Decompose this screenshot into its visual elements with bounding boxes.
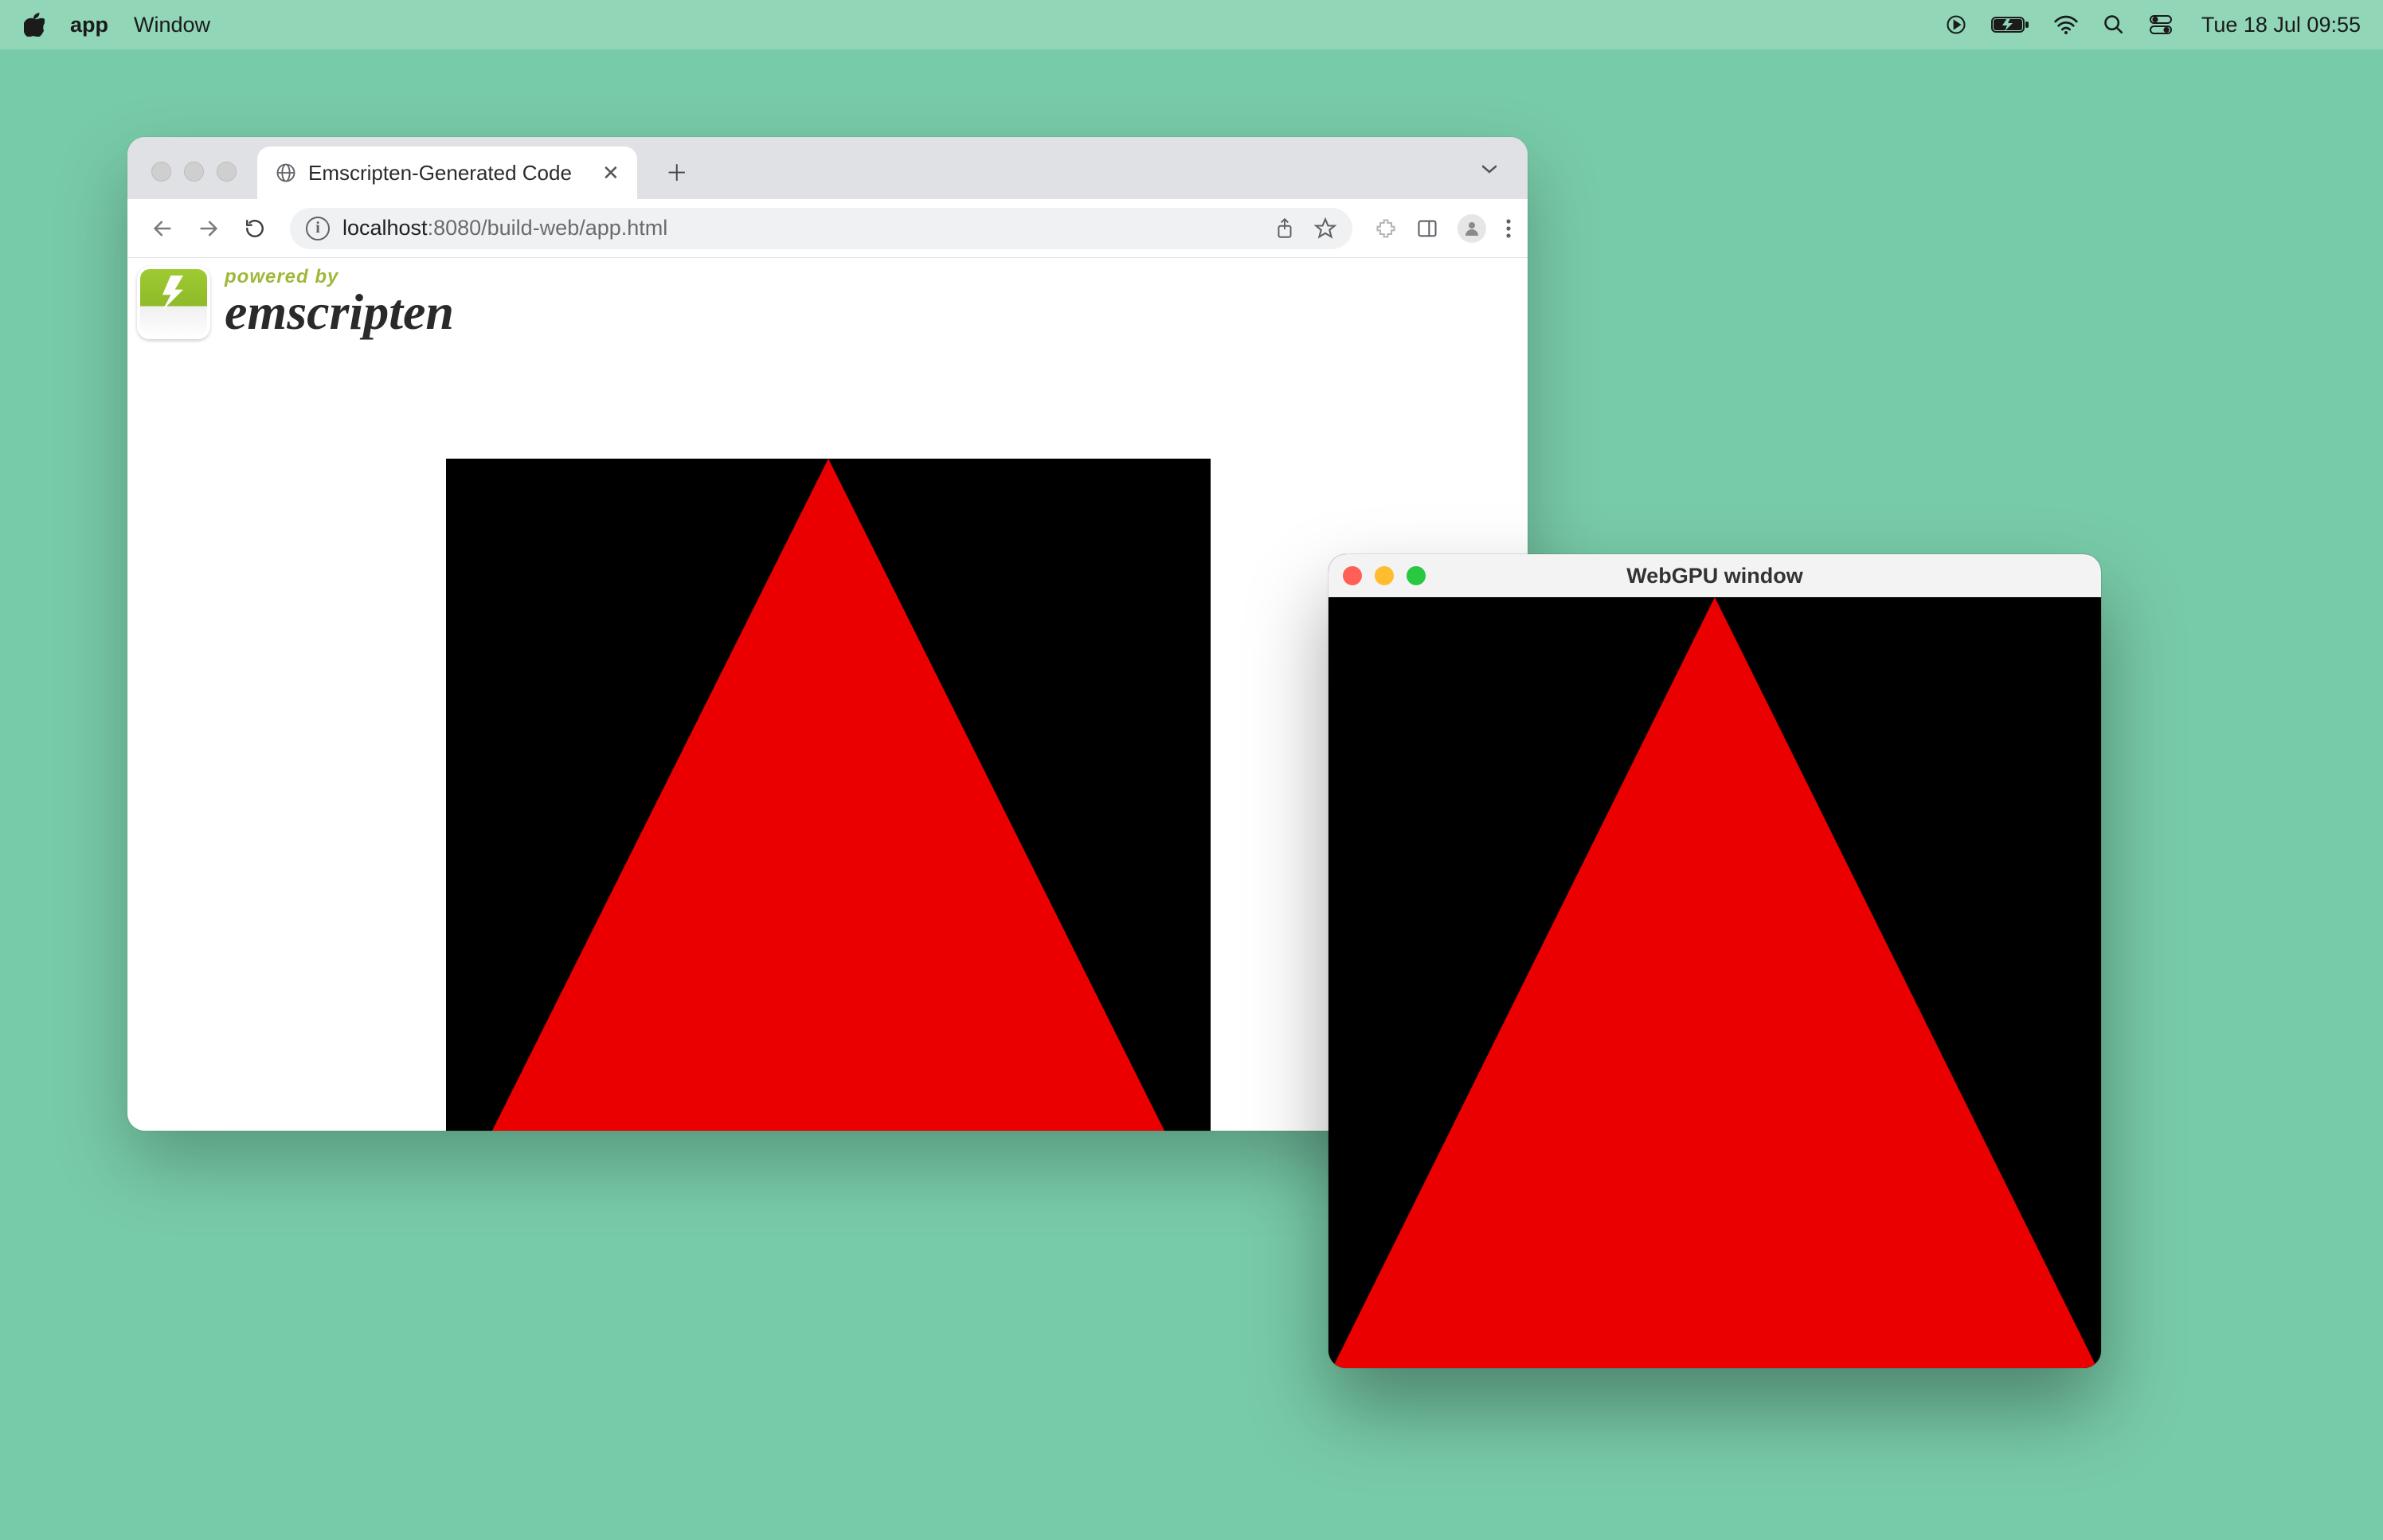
browser-page-content: powered by emscripten — [127, 258, 1528, 1131]
emscripten-wordmark: emscripten — [225, 287, 454, 338]
browser-traffic-lights — [151, 162, 237, 182]
screen-record-icon[interactable] — [1945, 14, 1967, 36]
tab-overflow-button[interactable] — [1475, 154, 1504, 183]
native-titlebar[interactable]: WebGPU window — [1328, 554, 2101, 597]
native-webgpu-canvas[interactable] — [1328, 597, 2101, 1368]
browser-toolbar: i localhost:8080/build-web/app.html — [127, 199, 1528, 258]
red-triangle-render-native — [1332, 597, 2097, 1368]
native-app-window: WebGPU window — [1328, 554, 2101, 1368]
globe-icon — [275, 162, 297, 184]
browser-tab-title: Emscripten-Generated Code — [308, 161, 572, 186]
red-triangle-render — [446, 459, 1211, 1131]
menubar-clock[interactable]: Tue 18 Jul 09:55 — [2201, 13, 2361, 37]
battery-icon[interactable] — [1991, 15, 2029, 34]
extensions-icon[interactable] — [1375, 217, 1397, 240]
wifi-icon[interactable] — [2053, 15, 2079, 34]
share-icon[interactable] — [1274, 217, 1295, 240]
emscripten-logo-icon — [137, 266, 210, 339]
macos-menubar: app Window Tue 18 Jul 09:55 — [0, 0, 2383, 49]
menubar-window-menu[interactable]: Window — [134, 13, 210, 37]
webgpu-canvas[interactable] — [446, 459, 1211, 1131]
control-center-icon[interactable] — [2149, 14, 2173, 35]
native-window-title: WebGPU window — [1328, 564, 2101, 588]
menubar-app-name[interactable]: app — [70, 13, 108, 37]
forward-button[interactable] — [190, 209, 228, 248]
url-text: localhost:8080/build-web/app.html — [342, 216, 667, 240]
bookmark-star-icon[interactable] — [1314, 217, 1336, 240]
back-button[interactable] — [143, 209, 182, 248]
new-tab-button[interactable]: ＋ — [659, 154, 695, 190]
traffic-max-inactive[interactable] — [217, 162, 237, 182]
site-info-icon[interactable]: i — [306, 217, 330, 240]
side-panel-icon[interactable] — [1416, 217, 1438, 240]
close-tab-icon[interactable]: ✕ — [602, 161, 620, 186]
traffic-close-inactive[interactable] — [151, 162, 171, 182]
browser-tab-active[interactable]: Emscripten-Generated Code ✕ — [257, 147, 637, 199]
reload-button[interactable] — [236, 209, 274, 248]
apple-icon[interactable] — [24, 13, 45, 37]
spotlight-icon[interactable] — [2103, 14, 2125, 36]
browser-tab-strip: Emscripten-Generated Code ✕ ＋ — [127, 137, 1528, 199]
browser-window: Emscripten-Generated Code ✕ ＋ i localhos… — [127, 137, 1528, 1131]
address-bar[interactable]: i localhost:8080/build-web/app.html — [290, 208, 1352, 249]
profile-avatar-icon[interactable] — [1458, 214, 1486, 243]
traffic-min-inactive[interactable] — [184, 162, 204, 182]
kebab-menu-icon[interactable] — [1505, 218, 1512, 239]
emscripten-header: powered by emscripten — [137, 266, 454, 339]
